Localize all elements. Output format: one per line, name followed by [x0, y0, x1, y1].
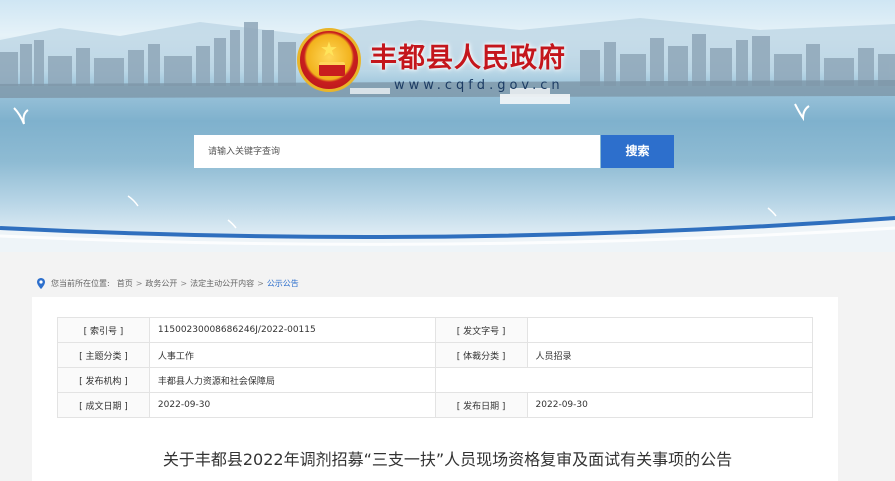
- table-row: [ 成文日期 ] 2022-09-30 [ 发布日期 ] 2022-09-30: [57, 392, 814, 418]
- site-title: 丰都县人民政府: [370, 43, 566, 74]
- meta-label-written-date: [ 成文日期 ]: [57, 392, 150, 418]
- national-emblem-icon: ★: [297, 28, 361, 92]
- location-pin-icon: [37, 277, 45, 289]
- article-title: 关于丰都县2022年调剂招募“三支一扶”人员现场资格复审及面试有关事项的公告: [162, 450, 733, 469]
- breadcrumb: 您当前所在位置: 首页 > 政务公开 > 法定主动公开内容 > 公示公告: [37, 276, 299, 290]
- header-banner: ★ 丰都县人民政府 www.cqfd.gov.cn: [0, 0, 895, 252]
- search-box: [194, 135, 600, 168]
- table-row: [ 主题分类 ] 人事工作 [ 体裁分类 ] 人员招录: [57, 342, 814, 368]
- meta-label-publisher: [ 发布机构 ]: [57, 367, 150, 393]
- table-row: [ 发布机构 ] 丰都县人力资源和社会保障局: [57, 367, 814, 393]
- meta-value-publish-date: 2022-09-30: [526, 392, 814, 418]
- meta-value-written-date: 2022-09-30: [148, 392, 436, 418]
- meta-value-index-number: 11500230008686246J/2022-00115: [148, 317, 436, 343]
- breadcrumb-statutory-content-link[interactable]: 法定主动公开内容: [190, 278, 254, 289]
- breadcrumb-separator: >: [180, 278, 188, 288]
- search-input[interactable]: [194, 135, 600, 168]
- meta-value-publisher: 丰都县人力资源和社会保障局: [148, 367, 436, 393]
- breadcrumb-separator: >: [257, 278, 264, 288]
- table-row: [ 索引号 ] 11500230008686246J/2022-00115 [ …: [57, 317, 814, 343]
- meta-value-document-number: [526, 317, 814, 343]
- breadcrumb-separator: >: [135, 278, 143, 288]
- breadcrumb-gov-affairs-link[interactable]: 政务公开: [145, 278, 177, 289]
- breadcrumb-home-link[interactable]: 首页: [117, 278, 133, 289]
- meta-label-index-number: [ 索引号 ]: [57, 317, 150, 343]
- site-domain: www.cqfd.gov.cn: [394, 78, 564, 93]
- document-meta-table: [ 索引号 ] 11500230008686246J/2022-00115 [ …: [57, 317, 814, 418]
- meta-empty-cell: [434, 367, 814, 393]
- emblem-star-icon: ★: [320, 37, 338, 61]
- meta-label-genre-category: [ 体裁分类 ]: [434, 342, 528, 368]
- breadcrumb-prefix: 您当前所在位置:: [51, 278, 110, 288]
- meta-label-topic-category: [ 主题分类 ]: [57, 342, 150, 368]
- breadcrumb-announcements-link[interactable]: 公示公告: [267, 278, 299, 289]
- meta-label-publish-date: [ 发布日期 ]: [434, 392, 528, 418]
- emblem-gate-icon: [319, 62, 345, 76]
- meta-value-genre-category: 人员招录: [526, 342, 814, 368]
- meta-label-document-number: [ 发文字号 ]: [434, 317, 528, 343]
- meta-value-topic-category: 人事工作: [148, 342, 436, 368]
- search-button[interactable]: 搜索: [601, 135, 674, 168]
